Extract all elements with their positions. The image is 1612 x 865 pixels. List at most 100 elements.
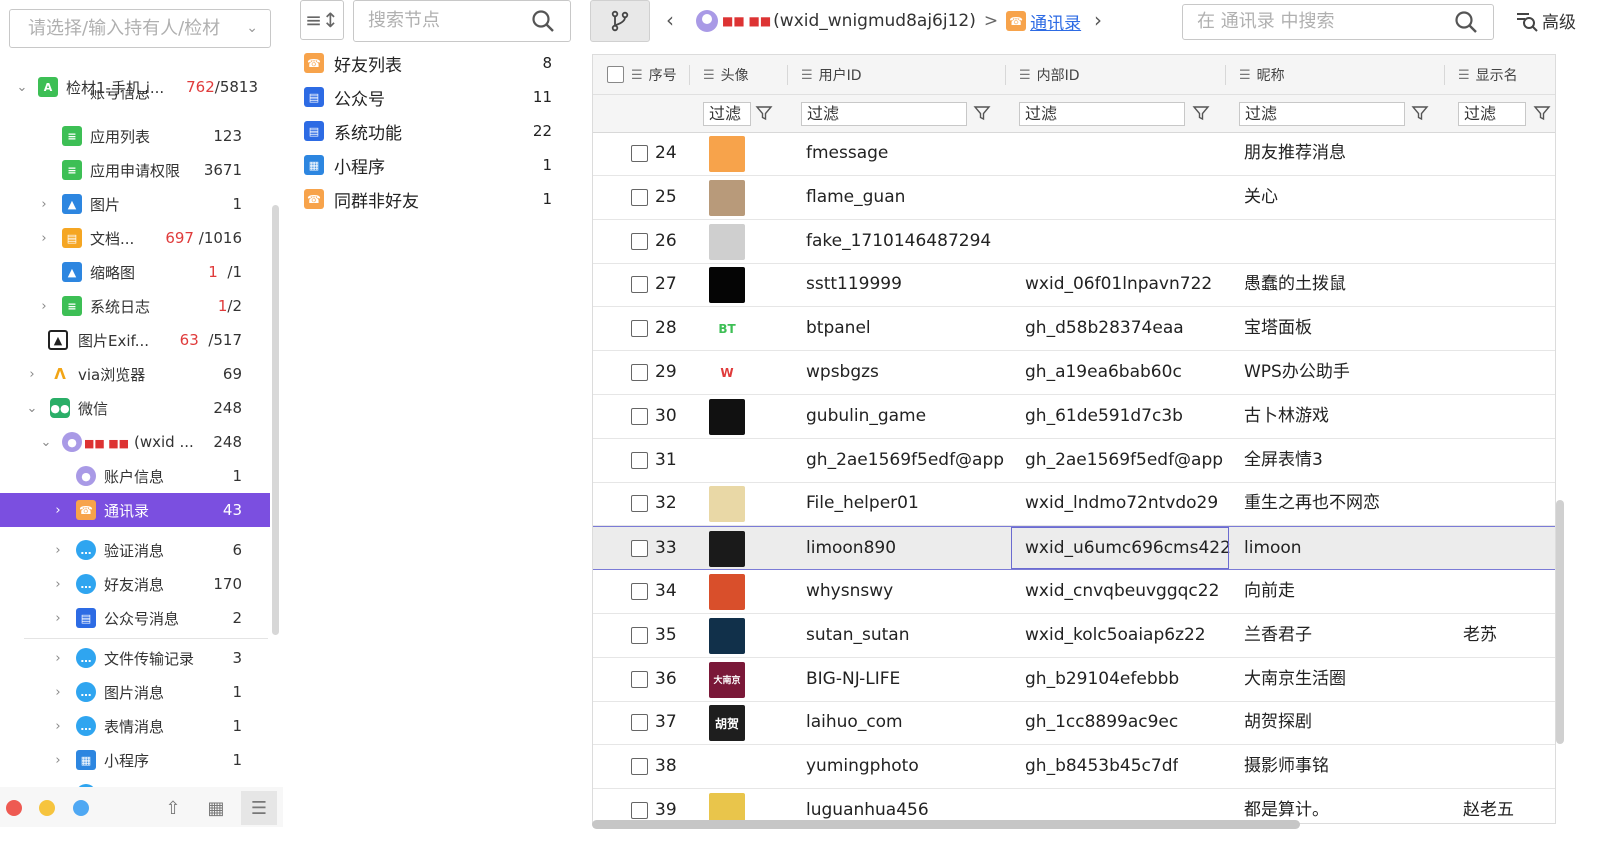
cell-internal-id[interactable]: gh_a19ea6bab60c — [1025, 351, 1182, 394]
row-checkbox[interactable] — [631, 495, 648, 513]
contact-avatar[interactable] — [709, 267, 745, 304]
column-divider[interactable] — [1005, 65, 1006, 85]
column-divider[interactable] — [1225, 65, 1226, 85]
cell-index[interactable]: 37 — [655, 701, 677, 744]
cell-nickname[interactable]: 关心 — [1244, 176, 1278, 219]
table-row[interactable]: 31 gh_2ae1569f5edf@app gh_2ae1569f5edf@app… — [593, 439, 1555, 483]
cell-index[interactable]: 35 — [655, 614, 677, 657]
column-menu-icon[interactable]: ☰ — [801, 68, 813, 83]
cell-index[interactable]: 36 — [655, 658, 677, 701]
table-row[interactable]: 39 luguanhua456 都是算计。 赵老五 — [593, 789, 1555, 823]
cell-nickname[interactable]: 宝塔面板 — [1244, 307, 1312, 350]
contact-avatar[interactable]: W — [709, 355, 745, 391]
contact-avatar[interactable] — [709, 574, 745, 610]
table-row[interactable]: 33 limoon890 wxid_u6umc696cms422 limoon — [593, 526, 1555, 571]
cell-nickname[interactable]: 重生之再也不网恋 — [1244, 482, 1380, 525]
contact-avatar[interactable]: 胡贺 — [709, 705, 745, 742]
column-menu-icon[interactable]: ☰ — [1239, 68, 1251, 83]
tree-item-thumbnails[interactable]: ▲ 缩略图 1 /1 — [0, 255, 270, 289]
contact-avatar[interactable] — [709, 486, 745, 523]
user-id-filter-input[interactable]: 过滤 — [801, 102, 967, 126]
column-header-user-id[interactable]: ☰ 用户ID — [801, 55, 862, 95]
cell-user-id[interactable]: flame_guan — [806, 176, 905, 219]
cell-index[interactable]: 29 — [655, 351, 677, 394]
filter-icon[interactable] — [1411, 104, 1429, 122]
contact-avatar[interactable]: BT — [709, 311, 745, 348]
cell-user-id[interactable]: fmessage — [806, 133, 888, 175]
cell-nickname[interactable]: 全屏表情3 — [1244, 439, 1323, 482]
table-row[interactable]: 34 whysnswy wxid_cnvqbeuvggqc22 向前走 — [593, 570, 1555, 614]
chevron-right-icon[interactable]: › — [50, 577, 66, 592]
cell-user-id[interactable]: File_helper01 — [806, 482, 919, 525]
table-row[interactable]: 29 Wwpsbgzs gh_a19ea6bab60c WPS办公助手 — [593, 351, 1555, 395]
cell-nickname[interactable]: 朋友推荐消息 — [1244, 133, 1346, 175]
cell-nickname[interactable]: 大南京生活圈 — [1244, 658, 1346, 701]
node-item-mini-programs[interactable]: ▦ 小程序 1 — [300, 148, 562, 182]
row-checkbox[interactable] — [631, 145, 648, 162]
display-name-filter-input[interactable]: 过滤 — [1458, 102, 1526, 126]
branch-button[interactable] — [590, 0, 650, 42]
chevron-right-icon[interactable]: › — [36, 197, 52, 212]
row-checkbox[interactable] — [631, 276, 648, 294]
chevron-right-icon[interactable]: › — [36, 299, 52, 314]
row-checkbox[interactable] — [631, 758, 648, 776]
tree-item-documents[interactable]: › ▤ 文档... 697 /1016 — [0, 221, 270, 255]
cell-internal-id[interactable]: gh_61de591d7c3b — [1025, 395, 1183, 438]
row-checkbox[interactable] — [631, 670, 648, 688]
cell-user-id[interactable]: gubulin_game — [806, 395, 926, 438]
contact-avatar[interactable]: 大南京 — [709, 661, 745, 698]
cell-user-id[interactable]: fake_1710146487294 — [806, 220, 991, 263]
cell-user-id[interactable]: wpsbgzs — [806, 351, 879, 394]
nickname-filter-input[interactable]: 过滤 — [1239, 102, 1405, 126]
cell-index[interactable]: 39 — [655, 789, 677, 823]
tree-item-system-log[interactable]: › ≡ 系统日志 1/2 — [0, 289, 270, 323]
node-item-friends[interactable]: ☎ 好友列表 8 — [300, 46, 562, 80]
cell-nickname[interactable]: limoon — [1244, 527, 1302, 570]
cell-internal-id[interactable]: wxid_kolc5oaiap6z22 — [1025, 614, 1206, 657]
column-header-nickname[interactable]: ☰ 昵称 — [1239, 55, 1285, 95]
column-header-internal-id[interactable]: ☰ 内部ID — [1019, 55, 1080, 95]
table-row[interactable]: 32 File_helper01 wxid_lndmo72ntvdo29 重生之再也不… — [593, 482, 1555, 527]
column-menu-icon[interactable]: ☰ — [1458, 68, 1470, 83]
tree-item-app-list[interactable]: ≡ 应用列表 123 — [0, 119, 270, 153]
column-divider[interactable] — [1555, 65, 1556, 85]
cell-index[interactable]: 30 — [655, 395, 677, 438]
row-checkbox[interactable] — [631, 364, 648, 381]
table-row[interactable]: 25 flame_guan 关心 — [593, 176, 1555, 220]
chevron-right-icon[interactable]: › — [50, 719, 66, 734]
internal-id-filter-input[interactable]: 过滤 — [1019, 102, 1185, 126]
chevron-right-icon[interactable]: › — [50, 685, 66, 700]
cell-index[interactable]: 24 — [655, 133, 677, 175]
table-horizontal-scrollbar[interactable] — [592, 820, 1300, 829]
cell-internal-id[interactable]: wxid_06f01lnpavn722 — [1025, 263, 1212, 306]
contact-avatar[interactable] — [709, 398, 745, 435]
node-search-input[interactable]: 搜索节点 — [353, 0, 571, 42]
row-checkbox[interactable] — [631, 626, 648, 644]
chevron-right-icon[interactable]: › — [36, 231, 52, 246]
row-checkbox[interactable] — [631, 802, 648, 819]
row-checkbox[interactable] — [631, 188, 648, 206]
filter-icon[interactable] — [755, 104, 773, 122]
tree-item-sticker-messages[interactable]: › … 表情消息 1 — [0, 709, 270, 743]
tree-item-image-exif[interactable]: ▲ 图片Exif... 63 /517 — [0, 323, 270, 357]
back-arrow-icon[interactable]: ‹ — [666, 8, 674, 32]
table-row[interactable]: 24 fmessage 朋友推荐消息 — [593, 133, 1555, 176]
cell-internal-id[interactable]: gh_d58b28374eaa — [1025, 307, 1184, 350]
cell-index[interactable]: 27 — [655, 263, 677, 306]
table-row[interactable]: 35 sutan_sutan wxid_kolc5oaiap6z22 兰香君子 老苏 — [593, 614, 1555, 658]
breadcrumb-account[interactable]: (wxid_wnigmud8aj6j12) — [773, 11, 976, 31]
breadcrumb-current[interactable]: 通讯录 — [1030, 9, 1081, 34]
cell-index[interactable]: 32 — [655, 482, 677, 525]
table-row[interactable]: 37 胡贺 laihuo_com gh_1cc8899ac9ec 胡贺探剧 — [593, 701, 1555, 746]
cell-nickname[interactable]: 愚蠢的土拨鼠 — [1244, 263, 1346, 306]
cell-internal-id[interactable]: gh_b8453b45c7df — [1025, 745, 1178, 788]
cell-index[interactable]: 31 — [655, 439, 677, 482]
cell-display-name[interactable]: 赵老五 — [1463, 789, 1514, 823]
table-row[interactable]: 36 大南京 BIG-NJ-LIFE gh_b29104efebbb 大南京生活圈 — [593, 658, 1555, 702]
tree-item-images[interactable]: › ▲ 图片 1 — [0, 187, 270, 221]
cell-internal-id[interactable]: gh_2ae1569f5edf@app — [1025, 439, 1223, 482]
column-divider[interactable] — [689, 65, 690, 85]
cell-nickname[interactable]: 胡贺探剧 — [1244, 701, 1312, 744]
cell-index[interactable]: 28 — [655, 307, 677, 350]
cell-user-id[interactable]: luguanhua456 — [806, 789, 929, 823]
